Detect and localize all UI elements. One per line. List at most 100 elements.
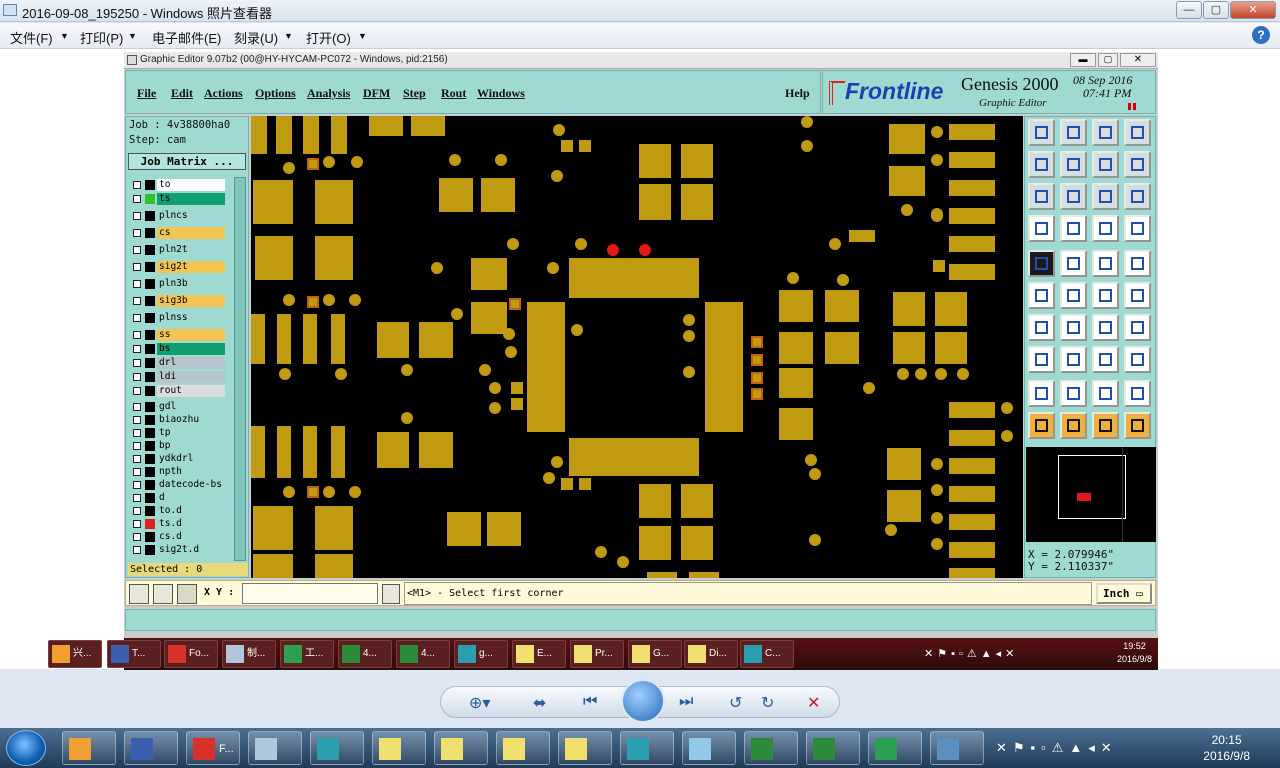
menu-burn[interactable]: 刻录(U)	[234, 28, 278, 47]
layer-row[interactable]: ts	[129, 193, 229, 205]
layer-name[interactable]: ts.d	[157, 518, 225, 530]
layer-checkbox[interactable]	[133, 403, 141, 411]
layer-color-swatch[interactable]	[145, 262, 155, 272]
close-button[interactable]: ✕	[1230, 1, 1276, 19]
inner-taskbar-item[interactable]: E...	[512, 640, 566, 668]
layer-row[interactable]: to	[129, 179, 229, 191]
layer-checkbox[interactable]	[133, 520, 141, 528]
separator-button[interactable]	[382, 584, 400, 604]
layer-row[interactable]: drl	[129, 357, 229, 369]
ruler-icon[interactable]	[1092, 250, 1119, 277]
next-icon[interactable]: ⏭	[679, 693, 693, 711]
tri-d-icon[interactable]	[1124, 380, 1151, 407]
open-icon[interactable]	[1092, 119, 1119, 146]
layer-checkbox[interactable]	[133, 442, 141, 450]
diagonal-icon[interactable]	[1060, 314, 1087, 341]
layer-row[interactable]: ts.d	[129, 518, 229, 530]
delete-icon[interactable]: ✕	[807, 693, 820, 713]
home-icon[interactable]	[1028, 119, 1055, 146]
route-icon[interactable]	[1028, 282, 1055, 309]
zoom-center-icon[interactable]	[1060, 183, 1087, 210]
layer-row[interactable]: ldi	[129, 371, 229, 383]
layer-row[interactable]: plncs	[129, 210, 229, 222]
layer-row[interactable]: to.d	[129, 505, 229, 517]
system-clock[interactable]: 20:15 2016/9/8	[1203, 732, 1250, 764]
tri-a-icon[interactable]	[1028, 380, 1055, 407]
taskbar-item[interactable]	[868, 731, 922, 765]
layer-color-swatch[interactable]	[145, 428, 155, 438]
ge-menu-dfm[interactable]: DFM	[363, 86, 390, 101]
layer-name[interactable]: d	[157, 492, 225, 504]
layer-name[interactable]: pln3b	[157, 278, 225, 290]
flip-icon[interactable]	[1124, 346, 1151, 373]
layer-name[interactable]: bp	[157, 440, 225, 452]
corner-icon[interactable]	[1028, 346, 1055, 373]
layer-checkbox[interactable]	[133, 195, 141, 203]
menu-email[interactable]: 电子邮件(E)	[152, 28, 221, 47]
layer-row[interactable]: sig3b	[129, 295, 229, 307]
taskbar-item[interactable]	[558, 731, 612, 765]
curve-icon[interactable]	[1124, 151, 1151, 178]
rotate-right-icon[interactable]: ↻	[761, 693, 774, 713]
arc-icon[interactable]	[1092, 314, 1119, 341]
layer-row[interactable]: gdl	[129, 401, 229, 413]
taskbar-item[interactable]	[682, 731, 736, 765]
grid-icon[interactable]	[177, 584, 197, 604]
inner-taskbar-item[interactable]: 4...	[338, 640, 392, 668]
layer-checkbox[interactable]	[133, 481, 141, 489]
layer-checkbox[interactable]	[133, 387, 141, 395]
ge-menu-rout[interactable]: Rout	[441, 86, 466, 101]
inner-taskbar-item[interactable]: G...	[628, 640, 682, 668]
taskbar-item[interactable]	[496, 731, 550, 765]
layer-row[interactable]: sig2t.d	[129, 544, 229, 556]
layer-checkbox[interactable]	[133, 429, 141, 437]
hline-icon[interactable]	[1060, 346, 1087, 373]
chain-icon[interactable]	[1092, 346, 1119, 373]
layer-color-swatch[interactable]	[145, 372, 155, 382]
layer-row[interactable]: bp	[129, 440, 229, 452]
layer-color-swatch[interactable]	[145, 245, 155, 255]
layer-color-swatch[interactable]	[145, 386, 155, 396]
taskbar-item[interactable]	[372, 731, 426, 765]
taskbar-item[interactable]	[744, 731, 798, 765]
layer-checkbox[interactable]	[133, 263, 141, 271]
layer-scrollbar[interactable]	[234, 177, 246, 561]
layer-name[interactable]: drl	[157, 357, 225, 369]
layer-checkbox[interactable]	[133, 546, 141, 554]
layer-name[interactable]: to.d	[157, 505, 225, 517]
layer-row[interactable]: pln3b	[129, 278, 229, 290]
ge-maximize-button[interactable]: ▢	[1098, 53, 1118, 67]
layer-color-swatch[interactable]	[145, 211, 155, 221]
layer-name[interactable]: biaozhu	[157, 414, 225, 426]
window-icon[interactable]	[1124, 119, 1151, 146]
layer-color-swatch[interactable]	[145, 279, 155, 289]
ge-menu-actions[interactable]: Actions	[204, 86, 243, 101]
layer-checkbox[interactable]	[133, 212, 141, 220]
select-lasso-icon[interactable]	[1092, 412, 1119, 439]
layer-checkbox[interactable]	[133, 246, 141, 254]
layer-name[interactable]: to	[157, 179, 225, 191]
layer-name[interactable]: datecode-bs	[157, 479, 225, 491]
angle-icon[interactable]	[1028, 314, 1055, 341]
pad-icon[interactable]	[1028, 250, 1055, 277]
inner-taskbar-item[interactable]: 4...	[396, 640, 450, 668]
ge-menu-help[interactable]: Help	[785, 86, 810, 101]
layer-color-swatch[interactable]	[145, 467, 155, 477]
start-button[interactable]	[6, 730, 46, 766]
layer-row[interactable]: datecode-bs	[129, 479, 229, 491]
layer-color-swatch[interactable]	[145, 344, 155, 354]
layer-checkbox[interactable]	[133, 359, 141, 367]
layer-row[interactable]: ss	[129, 329, 229, 341]
inner-taskbar-item[interactable]: C...	[740, 640, 794, 668]
minimize-button[interactable]: —	[1176, 1, 1202, 19]
layer-row[interactable]: plnss	[129, 312, 229, 324]
tri-b-icon[interactable]	[1060, 380, 1087, 407]
layer-color-swatch[interactable]	[145, 180, 155, 190]
taskbar-item[interactable]	[62, 731, 116, 765]
layer-name[interactable]: npth	[157, 466, 225, 478]
layer-checkbox[interactable]	[133, 314, 141, 322]
layer-color-swatch[interactable]	[145, 545, 155, 555]
layer-name[interactable]: tp	[157, 427, 225, 439]
layer-name[interactable]: pln2t	[157, 244, 225, 256]
previous-icon[interactable]: ⏮	[583, 693, 597, 711]
